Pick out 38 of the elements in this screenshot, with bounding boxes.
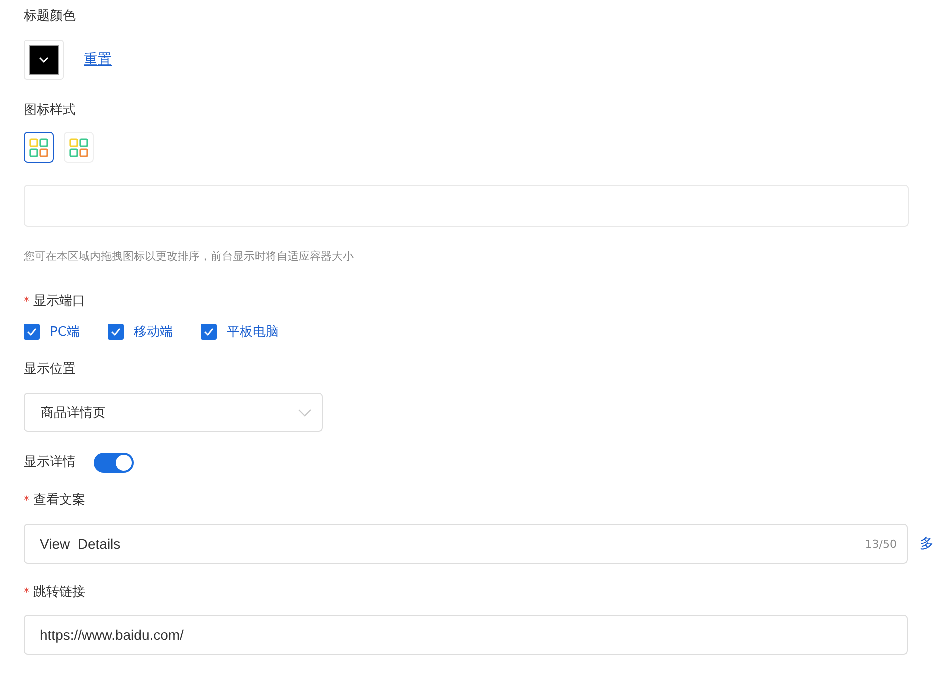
grid-icon [29,138,49,158]
field-value: https://www.baidu.com/ [40,627,184,643]
checkbox[interactable] [24,324,40,340]
grid-icon [69,138,89,158]
url-field[interactable]: https://www.baidu.com/ [24,615,908,655]
field-label: * 查看文案 [24,492,86,510]
field-label: 显示详情 [24,454,76,472]
chevron-down-icon [298,408,312,416]
field-label: 图标样式 [24,102,76,120]
multilingual-link[interactable]: 多 [920,535,934,553]
checkbox-option[interactable]: PC端 [24,323,80,341]
position-select[interactable]: 商品详情页 [24,393,323,432]
required-mark: * [24,295,30,308]
text-field[interactable]: View Details 13/50 [24,524,908,564]
checkbox-label: 平板电脑 [226,324,279,341]
required-mark: * [24,586,30,599]
field-label: * 跳转链接 [24,584,86,602]
required-mark: * [24,494,30,507]
toggle-switch[interactable] [94,453,134,473]
checkbox-option[interactable]: 平板电脑 [200,323,279,341]
char-count: 13/50 [865,538,897,550]
hint-text: 您可在本区域内拖拽图标以更改排序，前台显示时将自适应容器大小 [24,249,354,264]
checkbox[interactable] [200,324,217,340]
field-label: * 显示端口 [24,293,86,311]
check-icon [110,328,121,336]
field-label: 标题颜色 [24,8,76,26]
check-icon [27,328,37,336]
field-label: 显示位置 [24,361,76,379]
reset-link[interactable]: 重置 [84,51,112,69]
checkbox-label: 移动端 [134,324,173,341]
chevron-down-icon [38,56,50,64]
check-icon [204,328,214,336]
checkbox-option[interactable]: 移动端 [108,323,173,341]
select-value: 商品详情页 [41,404,106,422]
checkbox-label: PC端 [50,324,80,341]
field-value: View Details [40,536,121,552]
icon-style-option[interactable] [24,132,54,163]
checkbox[interactable] [108,324,124,340]
